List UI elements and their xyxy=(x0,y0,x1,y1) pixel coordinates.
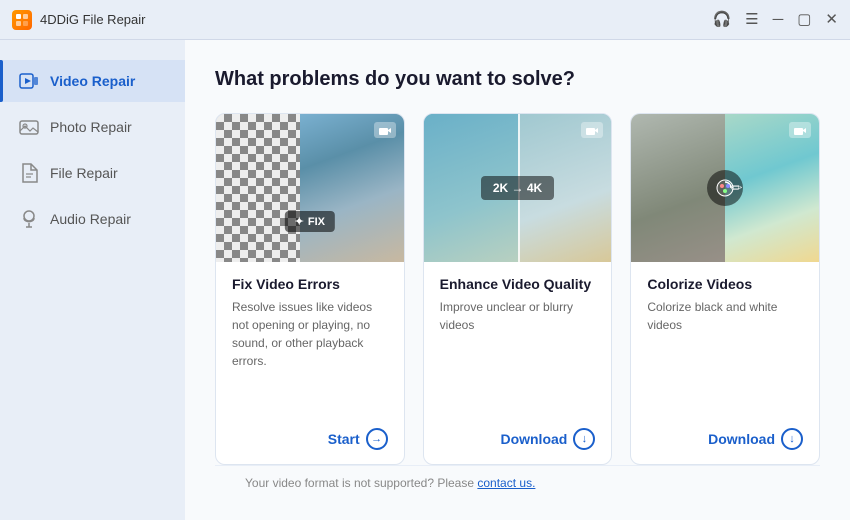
card-body-colorize: Colorize Videos Colorize black and white… xyxy=(631,262,819,464)
headphones-icon[interactable]: 🎧 xyxy=(712,12,731,27)
app-title: 4DDiG File Repair xyxy=(40,12,145,27)
card-title-fix: Fix Video Errors xyxy=(232,276,388,292)
menu-icon[interactable]: ☰ xyxy=(745,12,758,27)
photo-repair-label: Photo Repair xyxy=(50,119,132,135)
minimize-icon[interactable]: ─ xyxy=(773,12,784,27)
card-desc-colorize: Colorize black and white videos xyxy=(647,298,803,416)
card-action-enhance: Download ↓ xyxy=(440,428,596,450)
audio-repair-icon xyxy=(18,208,40,230)
camera-icon-fix xyxy=(374,122,396,138)
cards-grid: ✦FIX Fix Video Errors Resolve issues lik… xyxy=(215,113,820,465)
download-label-colorize: Download xyxy=(708,431,775,447)
card-image-enhance: 2K → 4K xyxy=(424,114,612,262)
app-body: Video Repair Photo Repair xyxy=(0,40,850,520)
sidebar: Video Repair Photo Repair xyxy=(0,40,185,520)
start-icon: → xyxy=(366,428,388,450)
card-image-fix: ✦FIX xyxy=(216,114,404,262)
footer-text: Your video format is not supported? Plea… xyxy=(245,476,477,490)
card-fix-video-errors: ✦FIX Fix Video Errors Resolve issues lik… xyxy=(215,113,405,465)
titlebar-left: 4DDiG File Repair xyxy=(12,10,145,30)
contact-us-link[interactable]: contact us. xyxy=(477,476,535,490)
enhance-badge: 2K → 4K xyxy=(481,176,554,200)
download-button-enhance[interactable]: Download ↓ xyxy=(500,428,595,450)
file-repair-label: File Repair xyxy=(50,165,118,181)
sidebar-item-video-repair[interactable]: Video Repair xyxy=(0,60,185,102)
download-button-colorize[interactable]: Download ↓ xyxy=(708,428,803,450)
start-button[interactable]: Start → xyxy=(328,428,388,450)
audio-repair-label: Audio Repair xyxy=(50,211,131,227)
sidebar-item-file-repair[interactable]: File Repair xyxy=(0,152,185,194)
close-icon[interactable]: ✕ xyxy=(825,12,838,27)
video-repair-icon xyxy=(18,70,40,92)
titlebar: 4DDiG File Repair 🎧 ☰ ─ ▢ ✕ xyxy=(0,0,850,40)
photo-repair-icon xyxy=(18,116,40,138)
card-action-colorize: Download ↓ xyxy=(647,428,803,450)
camera-icon-enhance xyxy=(581,122,603,138)
camera-icon-colorize xyxy=(789,122,811,138)
card-action-fix: Start → xyxy=(232,428,388,450)
start-label: Start xyxy=(328,431,360,447)
card-title-enhance: Enhance Video Quality xyxy=(440,276,596,292)
sidebar-item-photo-repair[interactable]: Photo Repair xyxy=(0,106,185,148)
file-repair-icon xyxy=(18,162,40,184)
fix-badge: ✦FIX xyxy=(285,211,335,232)
page-title: What problems do you want to solve? xyxy=(215,68,820,91)
maximize-icon[interactable]: ▢ xyxy=(797,12,811,27)
card-body-enhance: Enhance Video Quality Improve unclear or… xyxy=(424,262,612,464)
card-image-colorize: ✏ xyxy=(631,114,819,262)
card-enhance-video-quality: 2K → 4K Enhance Video Quality Improve un… xyxy=(423,113,613,465)
download-label-enhance: Download xyxy=(500,431,567,447)
card-title-colorize: Colorize Videos xyxy=(647,276,803,292)
card-body-fix: Fix Video Errors Resolve issues like vid… xyxy=(216,262,404,464)
titlebar-controls: 🎧 ☰ ─ ▢ ✕ xyxy=(712,12,838,27)
card-desc-fix: Resolve issues like videos not opening o… xyxy=(232,298,388,416)
card-colorize-videos: ✏ Colorize Videos Colorize black and whi… xyxy=(630,113,820,465)
card-desc-enhance: Improve unclear or blurry videos xyxy=(440,298,596,416)
footer: Your video format is not supported? Plea… xyxy=(215,465,820,500)
video-repair-label: Video Repair xyxy=(50,73,135,89)
app-icon xyxy=(12,10,32,30)
download-icon-enhance: ↓ xyxy=(573,428,595,450)
sidebar-item-audio-repair[interactable]: Audio Repair xyxy=(0,198,185,240)
content-area: What problems do you want to solve? ✦FIX xyxy=(185,40,850,520)
download-icon-colorize: ↓ xyxy=(781,428,803,450)
